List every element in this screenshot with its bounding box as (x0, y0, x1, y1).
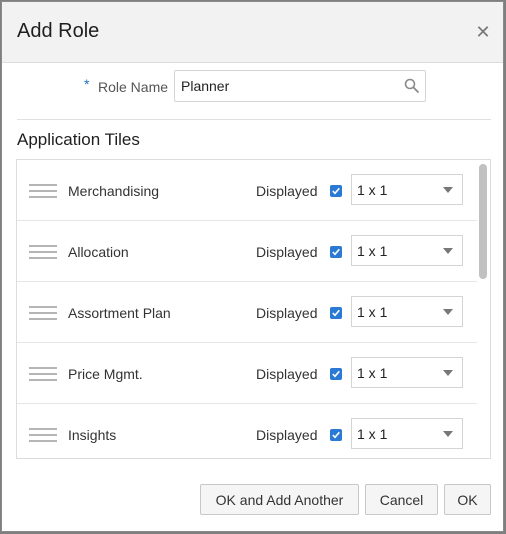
tile-size-value: 1 x 1 (357, 243, 388, 259)
drag-handle-icon[interactable] (29, 184, 57, 198)
tile-size-value: 1 x 1 (357, 365, 388, 381)
section-divider (17, 119, 491, 120)
search-icon[interactable] (403, 77, 421, 95)
tile-name: Merchandising (68, 183, 160, 199)
role-name-field (174, 70, 426, 102)
tile-size-select[interactable]: 1 x 1 (351, 418, 463, 449)
tile-row: Price Mgmt. Displayed 1 x 1 (17, 343, 477, 404)
application-tiles-heading: Application Tiles (17, 130, 140, 149)
displayed-checkbox[interactable] (330, 185, 342, 197)
ok-and-add-another-button[interactable]: OK and Add Another (200, 484, 359, 515)
displayed-checkbox[interactable] (330, 307, 342, 319)
tile-row: Merchandising Displayed 1 x 1 (17, 160, 477, 221)
role-name-input[interactable] (175, 71, 399, 101)
tile-name: Insights (68, 427, 117, 443)
tile-row: Insights Displayed 1 x 1 (17, 404, 477, 458)
tile-name: Price Mgmt. (68, 366, 143, 382)
drag-handle-icon[interactable] (29, 367, 57, 381)
displayed-label: Displayed (256, 305, 318, 321)
cancel-button[interactable]: Cancel (365, 484, 438, 515)
tile-size-value: 1 x 1 (357, 304, 388, 320)
close-icon[interactable]: ✕ (473, 22, 493, 42)
drag-handle-icon[interactable] (29, 245, 57, 259)
tile-size-value: 1 x 1 (357, 426, 388, 442)
tile-name: Assortment Plan (68, 305, 171, 321)
displayed-label: Displayed (256, 366, 318, 382)
role-name-label: Role Name (98, 79, 169, 95)
add-role-dialog: Add Role ✕ * Role Name Application Tiles… (1, 1, 504, 532)
displayed-label: Displayed (256, 183, 318, 199)
tile-size-select[interactable]: 1 x 1 (351, 357, 463, 388)
role-name-row: * Role Name (2, 70, 503, 104)
displayed-label: Displayed (256, 244, 318, 260)
chevron-down-icon (443, 309, 453, 315)
drag-handle-icon[interactable] (29, 306, 57, 320)
chevron-down-icon (443, 431, 453, 437)
scrollbar-thumb[interactable] (479, 164, 487, 279)
tile-row: Allocation Displayed 1 x 1 (17, 221, 477, 282)
chevron-down-icon (443, 248, 453, 254)
tile-size-select[interactable]: 1 x 1 (351, 296, 463, 327)
tiles-scrollbar[interactable] (479, 162, 488, 456)
displayed-label: Displayed (256, 427, 318, 443)
displayed-checkbox[interactable] (330, 429, 342, 441)
ok-button[interactable]: OK (444, 484, 491, 515)
drag-handle-icon[interactable] (29, 428, 57, 442)
displayed-checkbox[interactable] (330, 368, 342, 380)
chevron-down-icon (443, 187, 453, 193)
required-marker: * (84, 76, 90, 92)
tile-row: Assortment Plan Displayed 1 x 1 (17, 282, 477, 343)
application-tiles-list: Merchandising Displayed 1 x 1 Allocation… (16, 159, 491, 459)
tile-name: Allocation (68, 244, 129, 260)
dialog-header: Add Role ✕ (2, 2, 503, 63)
chevron-down-icon (443, 370, 453, 376)
displayed-checkbox[interactable] (330, 246, 342, 258)
dialog-title: Add Role (17, 20, 100, 42)
tile-size-select[interactable]: 1 x 1 (351, 235, 463, 266)
tile-size-select[interactable]: 1 x 1 (351, 174, 463, 205)
tile-size-value: 1 x 1 (357, 182, 388, 198)
